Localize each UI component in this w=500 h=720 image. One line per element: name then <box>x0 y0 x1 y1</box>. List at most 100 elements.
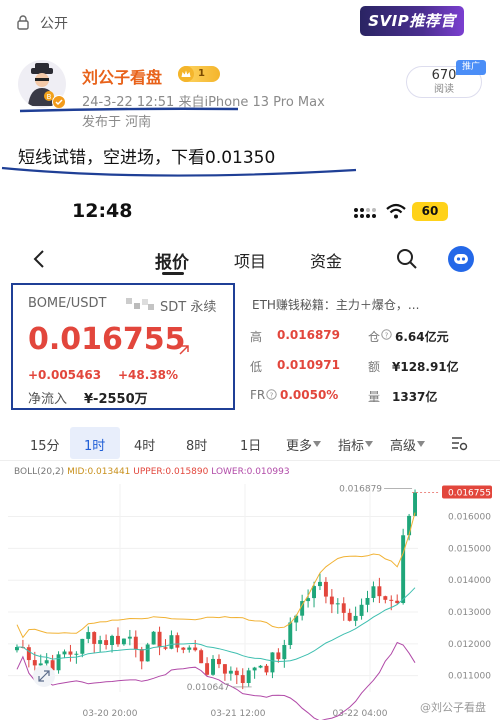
candle <box>127 636 132 639</box>
help-icon[interactable]: ? <box>381 329 392 340</box>
tab-funds[interactable]: 资金 <box>310 248 342 272</box>
battery-indicator: 60 <box>412 202 448 221</box>
candle <box>288 622 293 646</box>
stat-value-turnover: ¥128.91亿 <box>392 360 459 374</box>
timeframe-more[interactable]: 更多 <box>286 435 312 454</box>
active-tab-underline <box>162 272 184 275</box>
post-location: 发布于 河南 <box>82 115 152 130</box>
candle <box>258 665 263 668</box>
change-percent: +48.38% <box>118 368 179 382</box>
assistant-bot-icon[interactable] <box>448 246 474 272</box>
promo-notice[interactable]: ETH赚钱秘籍：主力＋爆仓，... <box>252 296 419 313</box>
pair-name[interactable]: BOME/USDT <box>28 296 106 311</box>
candle <box>139 649 144 662</box>
candle <box>163 647 168 649</box>
author-name[interactable]: 刘公子看盘 <box>82 64 162 88</box>
candle <box>383 596 388 600</box>
candle <box>347 612 352 621</box>
dropdown-caret-icon <box>313 441 321 447</box>
candle <box>264 665 269 673</box>
candle <box>335 603 340 605</box>
svg-text:B: B <box>47 93 52 101</box>
candle <box>169 635 174 649</box>
candle <box>181 647 186 650</box>
candle <box>217 658 221 665</box>
candle <box>371 586 376 598</box>
last-price: 0.016755 <box>28 322 186 357</box>
stat-value-low: 0.010971 <box>277 358 341 372</box>
pair-suffix: SDT 永续 <box>160 300 217 315</box>
change-absolute: +0.005463 <box>28 368 102 382</box>
timeframe-1h[interactable]: 1时 <box>84 435 105 454</box>
x-tick-label: 03-20 20:00 <box>83 709 138 719</box>
svip-badge[interactable]: SVIP推荐官 <box>360 6 464 36</box>
candle <box>38 663 43 666</box>
y-tick-label: 0.016755 <box>448 489 491 499</box>
candle <box>151 631 156 645</box>
dropdown-caret-icon <box>365 441 373 447</box>
stat-value-high: 0.016879 <box>277 328 341 342</box>
candle <box>234 670 239 676</box>
chart-settings-icon[interactable] <box>450 434 468 452</box>
inflow-value: ¥-2550万 <box>84 392 148 407</box>
tab-quote[interactable]: 报价 <box>155 248 189 273</box>
candle <box>211 658 215 675</box>
candle <box>157 631 162 648</box>
candle <box>359 604 364 616</box>
candle <box>116 635 120 645</box>
y-tick-label: 0.016000 <box>448 513 491 523</box>
boll-lower: LOWER:0.010993 <box>211 467 290 477</box>
timeframe-8h[interactable]: 8时 <box>186 435 207 454</box>
stat-label-volume: 量 <box>368 390 381 404</box>
stat-label-turnover: 额 <box>368 360 381 374</box>
candle <box>121 638 126 645</box>
y-tick-label: 0.013000 <box>448 608 491 618</box>
candle <box>282 645 287 660</box>
candle <box>365 597 370 605</box>
timeframe-4h[interactable]: 4时 <box>134 435 155 454</box>
pixelated-mask-icon <box>126 298 154 310</box>
tab-project[interactable]: 项目 <box>234 248 266 272</box>
indicators-menu[interactable]: 指标 <box>338 435 364 454</box>
candle <box>56 654 61 671</box>
candlestick-chart[interactable]: 0.016755 0.016000 0.015000 0.014000 0.013000… <box>0 478 500 720</box>
inflow-label: 净流入 <box>28 392 68 407</box>
stat-value-volume: 1337亿 <box>392 390 438 404</box>
timeframe-15m[interactable]: 15分 <box>30 435 60 454</box>
candle <box>145 644 150 662</box>
candle <box>329 596 334 605</box>
back-arrow-icon[interactable] <box>30 248 50 270</box>
visibility-label: 公开 <box>40 16 68 32</box>
help-icon[interactable]: ? <box>266 389 277 400</box>
stat-label-funding-rate: FR <box>250 388 266 402</box>
stat-label-open-interest: 仓 <box>368 330 381 344</box>
wifi-icon <box>386 203 406 219</box>
signal-icon <box>354 208 376 218</box>
candle <box>413 492 417 516</box>
candle <box>68 651 73 655</box>
candle <box>44 660 49 664</box>
candle <box>86 632 91 639</box>
x-tick-label: 03-21 12:00 <box>211 709 266 719</box>
dropdown-caret-icon <box>417 441 425 447</box>
candle <box>32 660 37 666</box>
advanced-menu[interactable]: 高级 <box>390 435 416 454</box>
candle <box>246 670 251 684</box>
stat-label-low: 低 <box>250 360 263 374</box>
y-tick-label: 0.015000 <box>448 544 491 554</box>
read-label: 阅读 <box>434 84 454 95</box>
search-icon[interactable] <box>396 248 418 270</box>
boll-upper: UPPER:0.015890 <box>133 467 209 477</box>
up-arrow-icon <box>179 345 189 355</box>
candle <box>377 586 382 597</box>
svg-text:?: ? <box>270 391 274 399</box>
candle <box>222 664 227 674</box>
stat-value-funding-rate: 0.0050% <box>280 388 339 402</box>
candle <box>187 647 192 650</box>
ink-underline <box>1 166 357 177</box>
candle <box>80 638 85 654</box>
candle <box>323 581 328 597</box>
y-tick-label: 0.012000 <box>448 640 491 650</box>
timeframe-1d[interactable]: 1日 <box>240 435 261 454</box>
candle <box>276 652 281 660</box>
